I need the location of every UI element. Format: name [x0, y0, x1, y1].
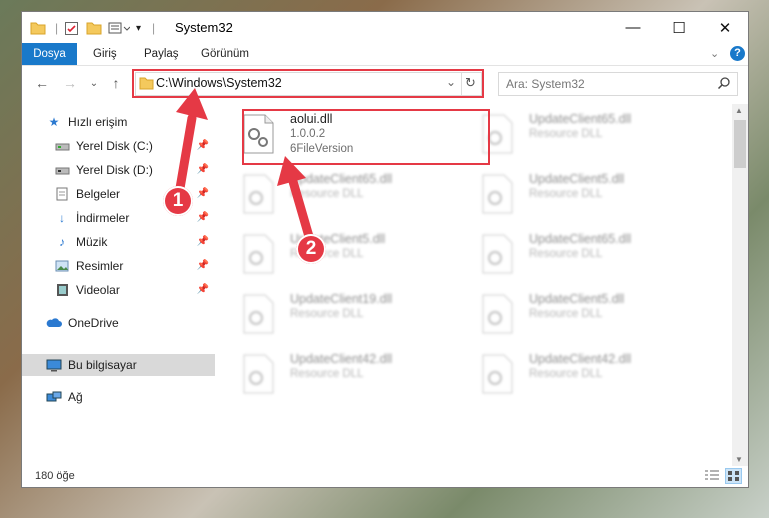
step-badge-1: 1: [163, 186, 193, 216]
annotation-arrows: [173, 88, 315, 245]
step-badge-2: 2: [296, 234, 326, 264]
arrow-1-head: [176, 88, 208, 120]
arrow-2: [287, 173, 315, 245]
arrow-2-head: [277, 156, 306, 186]
